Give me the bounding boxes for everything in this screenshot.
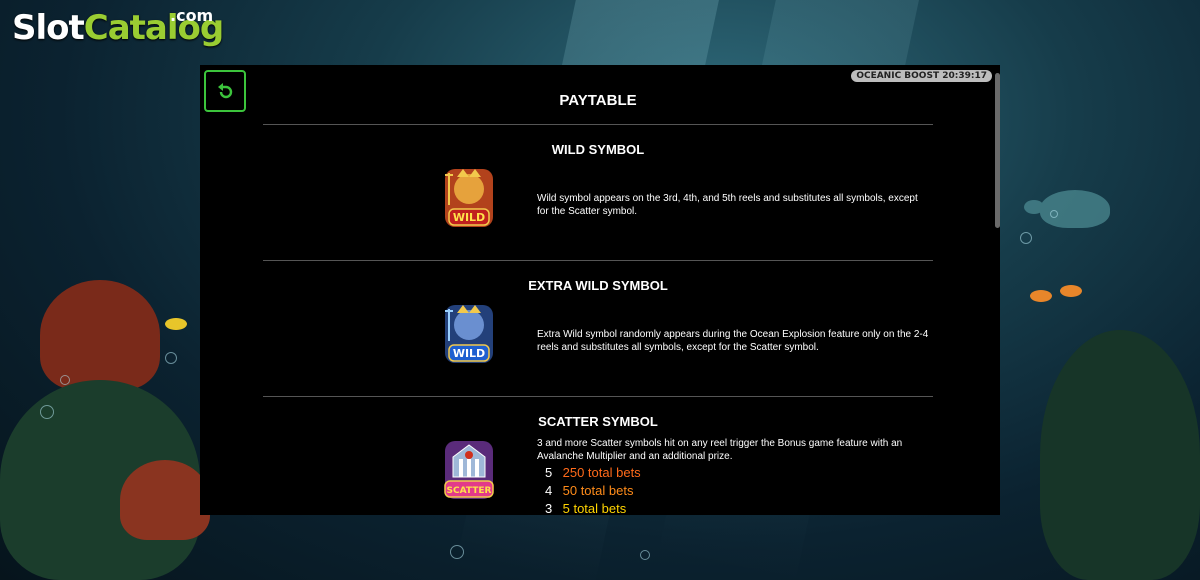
payout-row: 5 250 total bets <box>545 465 641 480</box>
divider <box>263 396 933 397</box>
page-title: PAYTABLE <box>559 92 637 109</box>
payout-value: 250 total bets <box>562 465 641 480</box>
svg-text:SCATTER: SCATTER <box>447 486 492 496</box>
payout-row: 3 5 total bets <box>545 501 626 515</box>
payout-count: 4 <box>545 483 553 498</box>
payout-count: 5 <box>545 465 553 480</box>
scatter-section-title: SCATTER SYMBOL <box>538 414 658 429</box>
slotcatalog-logo: SlotCatalog .com <box>12 6 224 48</box>
extra-wild-symbol-icon: WILD <box>445 305 493 363</box>
wild-symbol-icon: WILD <box>445 169 493 227</box>
scatter-symbol-icon: SCATTER <box>444 441 494 499</box>
extra-wild-section-title: EXTRA WILD SYMBOL <box>528 278 668 293</box>
divider <box>263 124 933 125</box>
timer-badge: OCEANIC BOOST 20:39:17 <box>851 70 992 82</box>
payout-count: 3 <box>545 501 553 515</box>
extra-wild-description: Extra Wild symbol randomly appears durin… <box>537 329 929 353</box>
divider <box>263 260 933 261</box>
payout-row: 4 50 total bets <box>545 483 633 498</box>
payout-value: 50 total bets <box>562 483 634 498</box>
svg-text:WILD: WILD <box>453 211 485 224</box>
wild-section-title: WILD SYMBOL <box>551 142 645 157</box>
turtle-decoration <box>1024 190 1110 228</box>
paytable-panel: OCEANIC BOOST 20:39:17 PAYTABLE WILD SYM… <box>200 65 1000 515</box>
svg-text:WILD: WILD <box>453 347 485 360</box>
wild-description: Wild symbol appears on the 3rd, 4th, and… <box>537 193 918 217</box>
scatter-description: 3 and more Scatter symbols hit on any re… <box>537 438 903 462</box>
payout-value: 5 total bets <box>562 501 627 515</box>
